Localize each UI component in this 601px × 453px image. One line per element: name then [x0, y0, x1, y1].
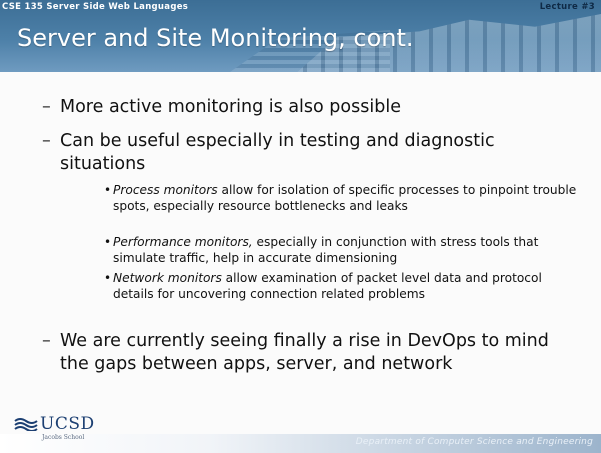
- bullet-dot: •: [104, 271, 112, 285]
- bullet-text: More active monitoring is also possible: [60, 97, 401, 117]
- sub-bullet-item: • Process monitors allow for isolation o…: [104, 182, 583, 214]
- bullet-text: Can be useful especially in testing and …: [60, 131, 495, 174]
- course-label: CSE 135 Server Side Web Languages: [2, 2, 189, 12]
- sub-bullet-item: • Network monitors allow examination of …: [104, 270, 583, 302]
- sub-bullet-term: Performance monitors,: [113, 235, 253, 249]
- lecture-label: Lecture #3: [539, 2, 595, 12]
- dash-marker: –: [42, 331, 51, 351]
- wave-icon: [14, 418, 38, 431]
- slide-title: Server and Site Monitoring, cont.: [17, 24, 414, 52]
- logo-subtext: Jacobs School: [42, 434, 85, 441]
- bullet-dot: •: [104, 235, 112, 249]
- sub-bullet-term: Network monitors: [113, 271, 222, 285]
- sub-bullet-term: Process monitors: [113, 183, 218, 197]
- dash-marker: –: [42, 131, 51, 151]
- sub-bullet-item: • Performance monitors, especially in co…: [104, 234, 583, 266]
- ucsd-logo: UCSD Jacobs School: [14, 413, 104, 445]
- bullet-item: – Can be useful especially in testing an…: [42, 130, 580, 176]
- logo-text: UCSD: [40, 414, 95, 434]
- bullet-item: – More active monitoring is also possibl…: [42, 96, 580, 119]
- slide: CSE 135 Server Side Web Languages Lectur…: [0, 0, 601, 453]
- slide-header: CSE 135 Server Side Web Languages Lectur…: [0, 0, 601, 72]
- bullet-text: We are currently seeing finally a rise i…: [60, 331, 549, 374]
- bullet-item: – We are currently seeing finally a rise…: [42, 330, 580, 376]
- department-label: Department of Computer Science and Engin…: [355, 437, 593, 447]
- header-topbar: CSE 135 Server Side Web Languages Lectur…: [0, 0, 601, 16]
- bullet-dot: •: [104, 183, 112, 197]
- dash-marker: –: [42, 97, 51, 117]
